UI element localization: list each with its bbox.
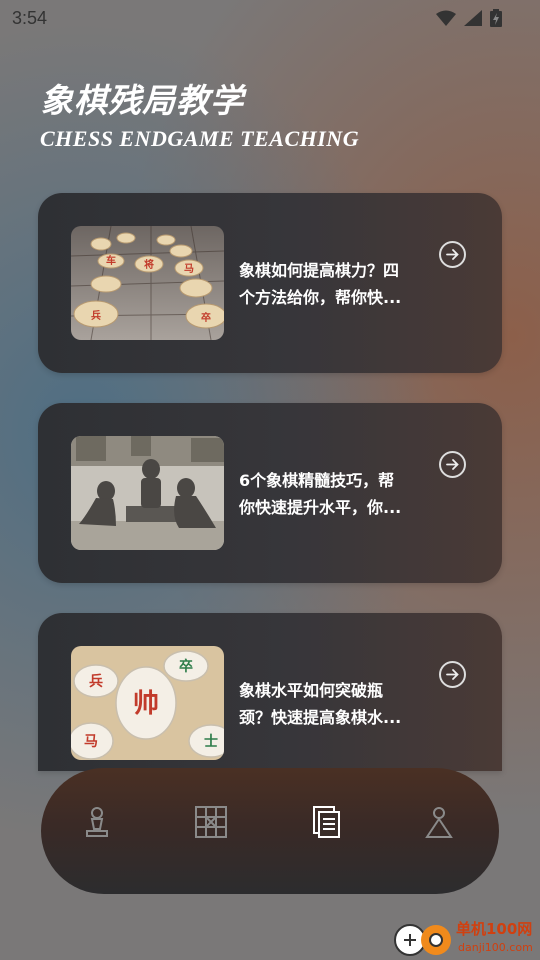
arrow-right-icon[interactable] [439, 661, 466, 688]
bottom-nav [41, 768, 499, 894]
svg-text:车: 车 [106, 254, 116, 267]
status-time: 3:54 [12, 8, 48, 28]
article-title: 象棋水平如何突破瓶 颈？快速提高象棋水... [239, 677, 425, 731]
articles-icon[interactable] [307, 802, 347, 842]
profile-icon[interactable] [419, 802, 459, 842]
svg-text:卒: 卒 [201, 311, 211, 324]
battery-icon [490, 9, 502, 27]
svg-text:帅: 帅 [133, 689, 159, 719]
article-thumbnail: 车 将 马兵 卒 [71, 226, 224, 340]
article-card[interactable]: 6个象棋精髓技巧，帮 你快速提升水平，你... [38, 403, 502, 583]
watermark-url: danji100.com [458, 941, 533, 954]
watermark-name: 单机100网 [456, 920, 533, 938]
svg-text:兵: 兵 [91, 309, 101, 322]
board-icon[interactable] [191, 802, 231, 842]
article-title-line: 颈？快速提高象棋水... [239, 708, 402, 727]
article-title-line: 6个象棋精髓技巧，帮 [239, 471, 395, 490]
arrow-right-icon[interactable] [439, 241, 466, 268]
article-title-line: 象棋水平如何突破瓶 [239, 681, 384, 700]
article-title: 象棋如何提高棋力？四 个方法给你，帮你快... [239, 257, 425, 311]
svg-text:马: 马 [184, 263, 194, 275]
svg-text:士: 士 [204, 733, 218, 750]
svg-text:马: 马 [84, 734, 98, 750]
page-subtitle: CHESS ENDGAME TEACHING [40, 126, 360, 151]
article-title-line: 象棋如何提高棋力？四 [239, 261, 400, 280]
status-bar: 3:54 [0, 0, 540, 38]
article-card[interactable]: 兵 卒 士 马 帅 象棋水平如何突破瓶 颈？快速提高象棋水... [38, 613, 502, 771]
svg-text:兵: 兵 [89, 673, 103, 690]
watermark: 单机100网 danji100.com [390, 916, 540, 960]
svg-text:将: 将 [144, 258, 154, 271]
signal-icon [464, 10, 482, 26]
article-title-line: 你快速提升水平，你... [239, 498, 402, 517]
wifi-icon [436, 10, 456, 26]
svg-text:卒: 卒 [179, 658, 193, 675]
article-thumbnail [71, 436, 224, 550]
article-card[interactable]: 车 将 马兵 卒 象棋如何提高棋力？四 个方法给你，帮你快... [38, 193, 502, 373]
article-thumbnail: 兵 卒 士 马 帅 [71, 646, 224, 760]
watermark-logo-icon [394, 924, 451, 956]
page-title: 象棋残局教学 [40, 81, 244, 120]
pawn-icon[interactable] [77, 802, 117, 842]
arrow-right-icon[interactable] [439, 451, 466, 478]
status-icons [436, 9, 502, 27]
article-title: 6个象棋精髓技巧，帮 你快速提升水平，你... [239, 467, 425, 521]
article-title-line: 个方法给你，帮你快... [239, 288, 402, 307]
